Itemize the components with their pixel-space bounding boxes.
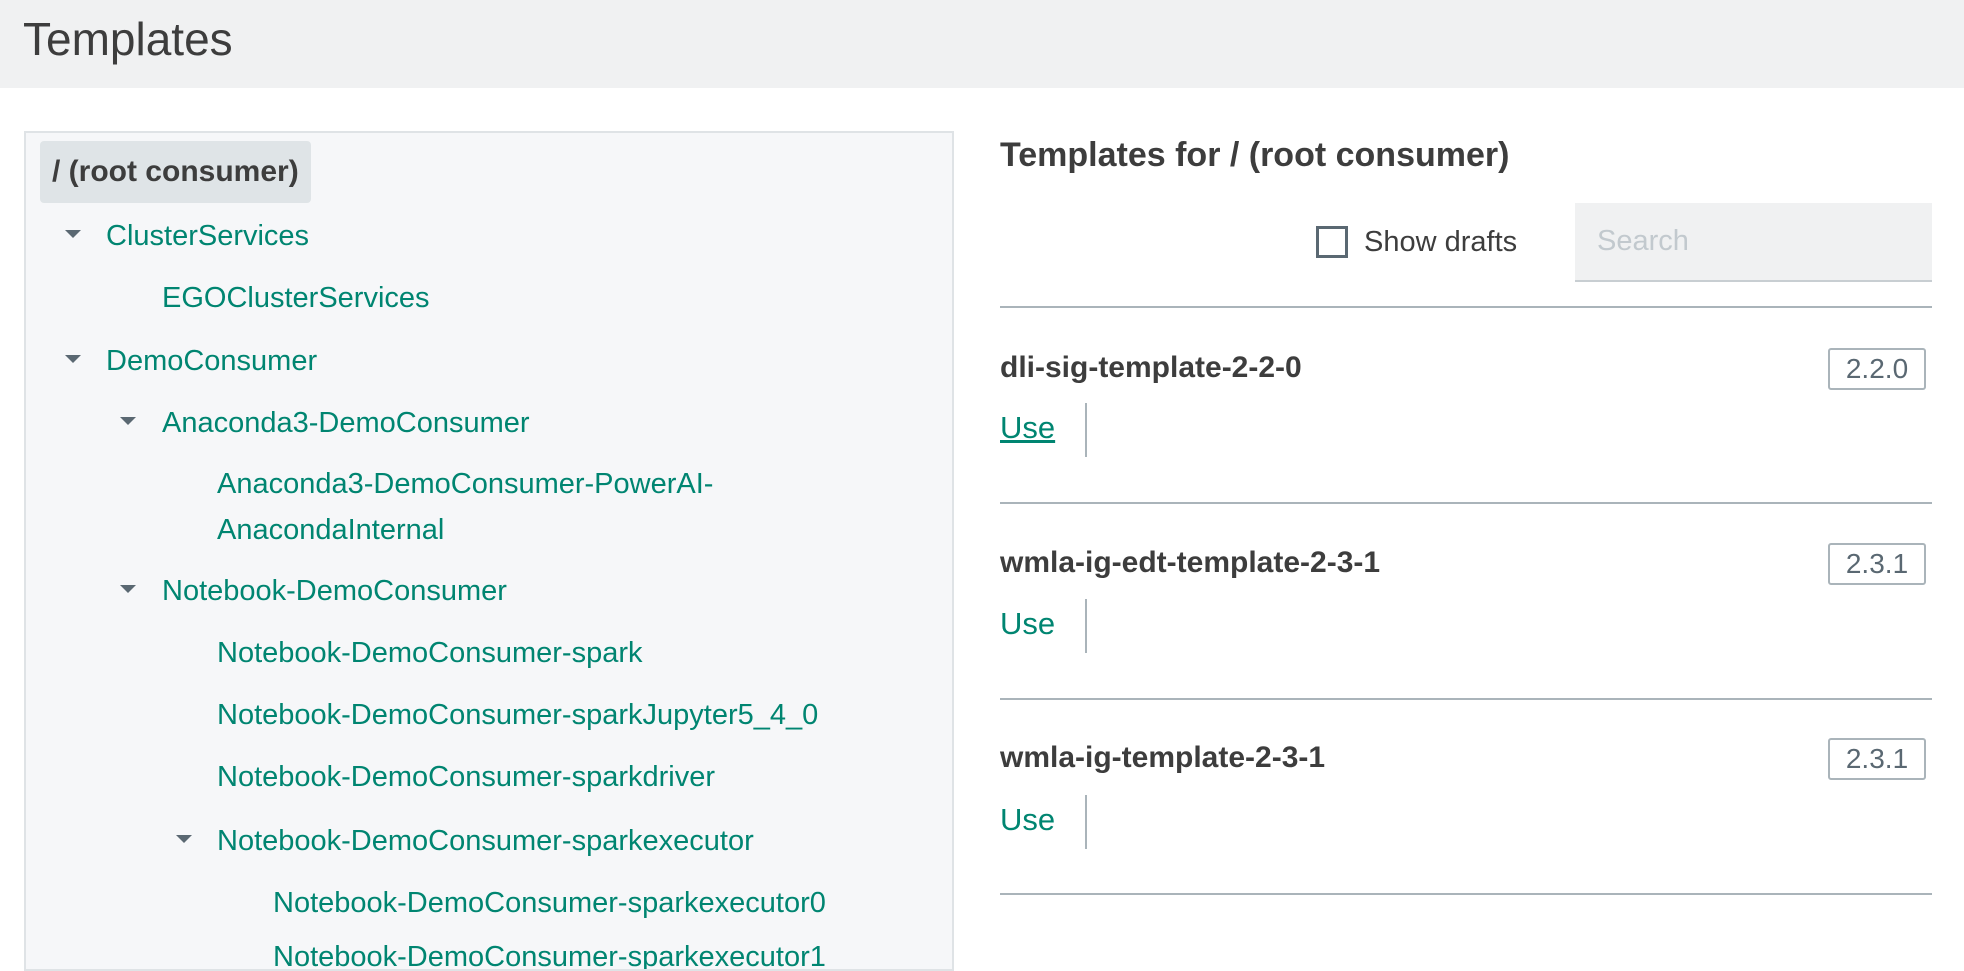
template-name: dli-sig-template-2-2-0 [1000, 351, 1302, 384]
action-separator [1085, 403, 1087, 457]
divider [1000, 698, 1932, 700]
page-title: Templates [23, 13, 233, 65]
show-drafts-toggle[interactable]: Show drafts [1316, 222, 1517, 262]
expand-caret-icon[interactable] [176, 835, 192, 843]
tree-node-democonsumer[interactable]: DemoConsumer [106, 338, 317, 384]
use-template-link[interactable]: Use [1000, 410, 1055, 446]
tree-node-egoclusterservices[interactable]: EGOClusterServices [162, 275, 430, 321]
page-header: Templates [0, 0, 1964, 88]
tree-root-node[interactable]: / (root consumer) [40, 141, 311, 203]
consumer-tree: / (root consumer) ClusterServices EGOClu… [24, 131, 954, 971]
tree-node-notebook-sparkdriver[interactable]: Notebook-DemoConsumer-sparkdriver [217, 754, 715, 800]
version-badge: 2.3.1 [1828, 543, 1926, 585]
use-template-link[interactable]: Use [1000, 606, 1055, 642]
show-drafts-label: Show drafts [1364, 225, 1518, 258]
expand-caret-icon[interactable] [65, 355, 81, 363]
use-template-link[interactable]: Use [1000, 802, 1055, 838]
divider [1000, 893, 1932, 895]
tree-node-clusterservices[interactable]: ClusterServices [106, 213, 309, 259]
expand-caret-icon[interactable] [65, 230, 81, 238]
version-badge: 2.2.0 [1828, 348, 1926, 390]
action-separator [1085, 599, 1087, 653]
template-name: wmla-ig-template-2-3-1 [1000, 741, 1326, 774]
search-input[interactable] [1575, 203, 1932, 282]
divider [1000, 502, 1932, 504]
tree-node-notebook-sparkexecutor[interactable]: Notebook-DemoConsumer-sparkexecutor [217, 818, 754, 864]
expand-caret-icon[interactable] [120, 585, 136, 593]
action-separator [1085, 795, 1087, 849]
template-name: wmla-ig-edt-template-2-3-1 [1000, 546, 1381, 579]
tree-node-notebook-democonsumer[interactable]: Notebook-DemoConsumer [162, 568, 507, 614]
tree-node-notebook-sparkexecutor1[interactable]: Notebook-DemoConsumer-sparkexecutor1 [273, 934, 826, 969]
templates-heading: Templates for / (root consumer) [1000, 136, 1510, 174]
tree-node-anaconda3-democonsumer[interactable]: Anaconda3-DemoConsumer [162, 400, 530, 446]
tree-node-notebook-spark[interactable]: Notebook-DemoConsumer-spark [217, 630, 643, 676]
tree-node-label-line2: AnacondaInternal [217, 514, 445, 546]
divider [1000, 306, 1932, 308]
tree-node-notebook-sparkjupyter[interactable]: Notebook-DemoConsumer-sparkJupyter5_4_0 [217, 692, 818, 738]
tree-node-notebook-sparkexecutor0[interactable]: Notebook-DemoConsumer-sparkexecutor0 [273, 880, 826, 926]
tree-node-label-line1: Anaconda3-DemoConsumer-PowerAI- [217, 468, 714, 500]
version-badge: 2.3.1 [1828, 738, 1926, 780]
show-drafts-checkbox[interactable] [1316, 226, 1348, 258]
tree-node-anaconda3-powerai[interactable]: Anaconda3-DemoConsumer-PowerAI- Anaconda… [217, 461, 713, 553]
expand-caret-icon[interactable] [120, 417, 136, 425]
